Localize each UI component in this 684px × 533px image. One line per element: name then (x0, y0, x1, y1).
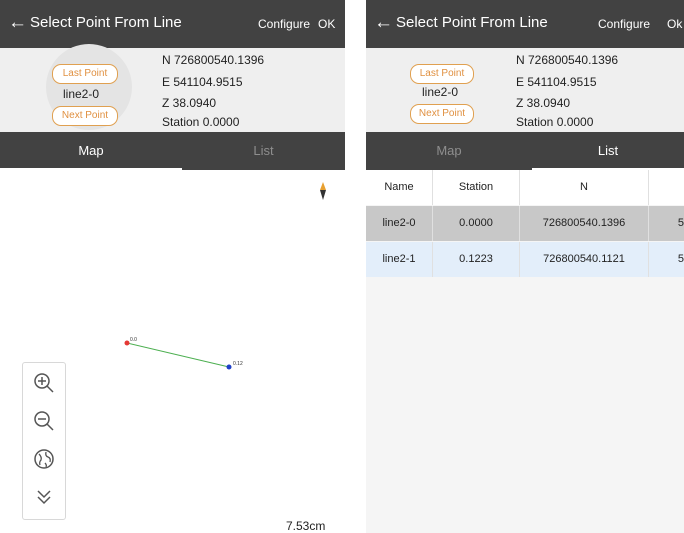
view-tabs: Map List (0, 132, 345, 170)
point-info-panel-right: Last Point line2-0 Next Point N 72680054… (366, 48, 684, 132)
header-e (649, 170, 684, 205)
point-info-panel: Last Point line2-0 Next Point N 72680054… (0, 44, 345, 132)
table-row[interactable]: line2-1 0.1223 726800540.1121 5 (366, 242, 684, 277)
ok-button-right[interactable]: Ok (667, 17, 682, 31)
configure-button[interactable]: Configure (258, 17, 310, 31)
cell-n: 726800540.1121 (520, 242, 649, 277)
cell-n: 726800540.1396 (520, 206, 649, 241)
screen-divider (345, 0, 366, 533)
double-chevron-down-icon[interactable] (23, 479, 65, 515)
table-row[interactable]: line2-0 0.0000 726800540.1396 5 (366, 206, 684, 241)
tab-map-right[interactable]: Map (366, 132, 532, 170)
configure-button-right[interactable]: Configure (598, 17, 650, 31)
table-header: Name Station N (366, 170, 684, 205)
end-point-label: 0.12 (233, 361, 243, 367)
page-title-right: Select Point From Line (396, 14, 548, 31)
map-canvas[interactable]: 0.0 0.12 7.53cm (0, 170, 345, 533)
tab-map[interactable]: Map (0, 132, 182, 170)
map-controls (22, 362, 66, 520)
cell-name: line2-0 (366, 206, 433, 241)
last-point-button[interactable]: Last Point (52, 64, 118, 84)
point-name: line2-0 (63, 87, 100, 101)
ok-button[interactable]: OK (318, 17, 335, 31)
station-value-right: Station 0.0000 (516, 115, 594, 129)
compass-needle-icon[interactable] (320, 182, 326, 200)
header-name: Name (366, 170, 433, 205)
header-station: Station (433, 170, 520, 205)
easting-value: E 541104.9515 (162, 75, 243, 89)
elevation-value: Z 38.0940 (162, 96, 217, 110)
zoom-out-icon[interactable] (23, 403, 65, 439)
app-bar: ← Select Point From Line Configure OK (0, 0, 345, 48)
line-segment (126, 342, 230, 368)
back-arrow-icon-right[interactable]: ← (374, 12, 393, 34)
back-arrow-icon[interactable]: ← (8, 12, 27, 34)
header-n: N (520, 170, 649, 205)
last-point-button-right[interactable]: Last Point (410, 64, 474, 84)
tab-list-right[interactable]: List (532, 132, 684, 170)
zoom-in-icon[interactable] (23, 365, 65, 401)
map-screen: ← Select Point From Line Configure OK La… (0, 0, 345, 533)
cell-station: 0.0000 (433, 206, 520, 241)
cell-e: 5 (677, 253, 684, 265)
next-point-button[interactable]: Next Point (52, 106, 118, 126)
tab-list[interactable]: List (182, 132, 345, 170)
app-bar-right: ← Select Point From Line Configure Ok (366, 0, 684, 48)
start-point-label: 0.0 (130, 337, 137, 343)
list-screen: ← Select Point From Line Configure Ok La… (366, 0, 684, 533)
points-table: Name Station N line2-0 0.0000 726800540.… (366, 170, 684, 533)
elevation-value-right: Z 38.0940 (516, 96, 571, 110)
northing-value-right: N 726800540.1396 (516, 53, 619, 67)
cell-name: line2-1 (366, 242, 433, 277)
northing-value: N 726800540.1396 (162, 53, 265, 67)
line-end-point[interactable] (226, 364, 232, 370)
point-name-right: line2-0 (422, 85, 459, 99)
cell-e: 5 (677, 217, 684, 229)
scale-label: 7.53cm (286, 519, 325, 533)
view-tabs-right: Map List (366, 132, 684, 170)
globe-icon[interactable] (23, 441, 65, 477)
cell-station: 0.1223 (433, 242, 520, 277)
easting-value-right: E 541104.9515 (516, 75, 597, 89)
line-start-point[interactable] (124, 340, 130, 346)
page-title: Select Point From Line (30, 14, 182, 31)
station-value: Station 0.0000 (162, 115, 240, 129)
next-point-button-right[interactable]: Next Point (410, 104, 474, 124)
